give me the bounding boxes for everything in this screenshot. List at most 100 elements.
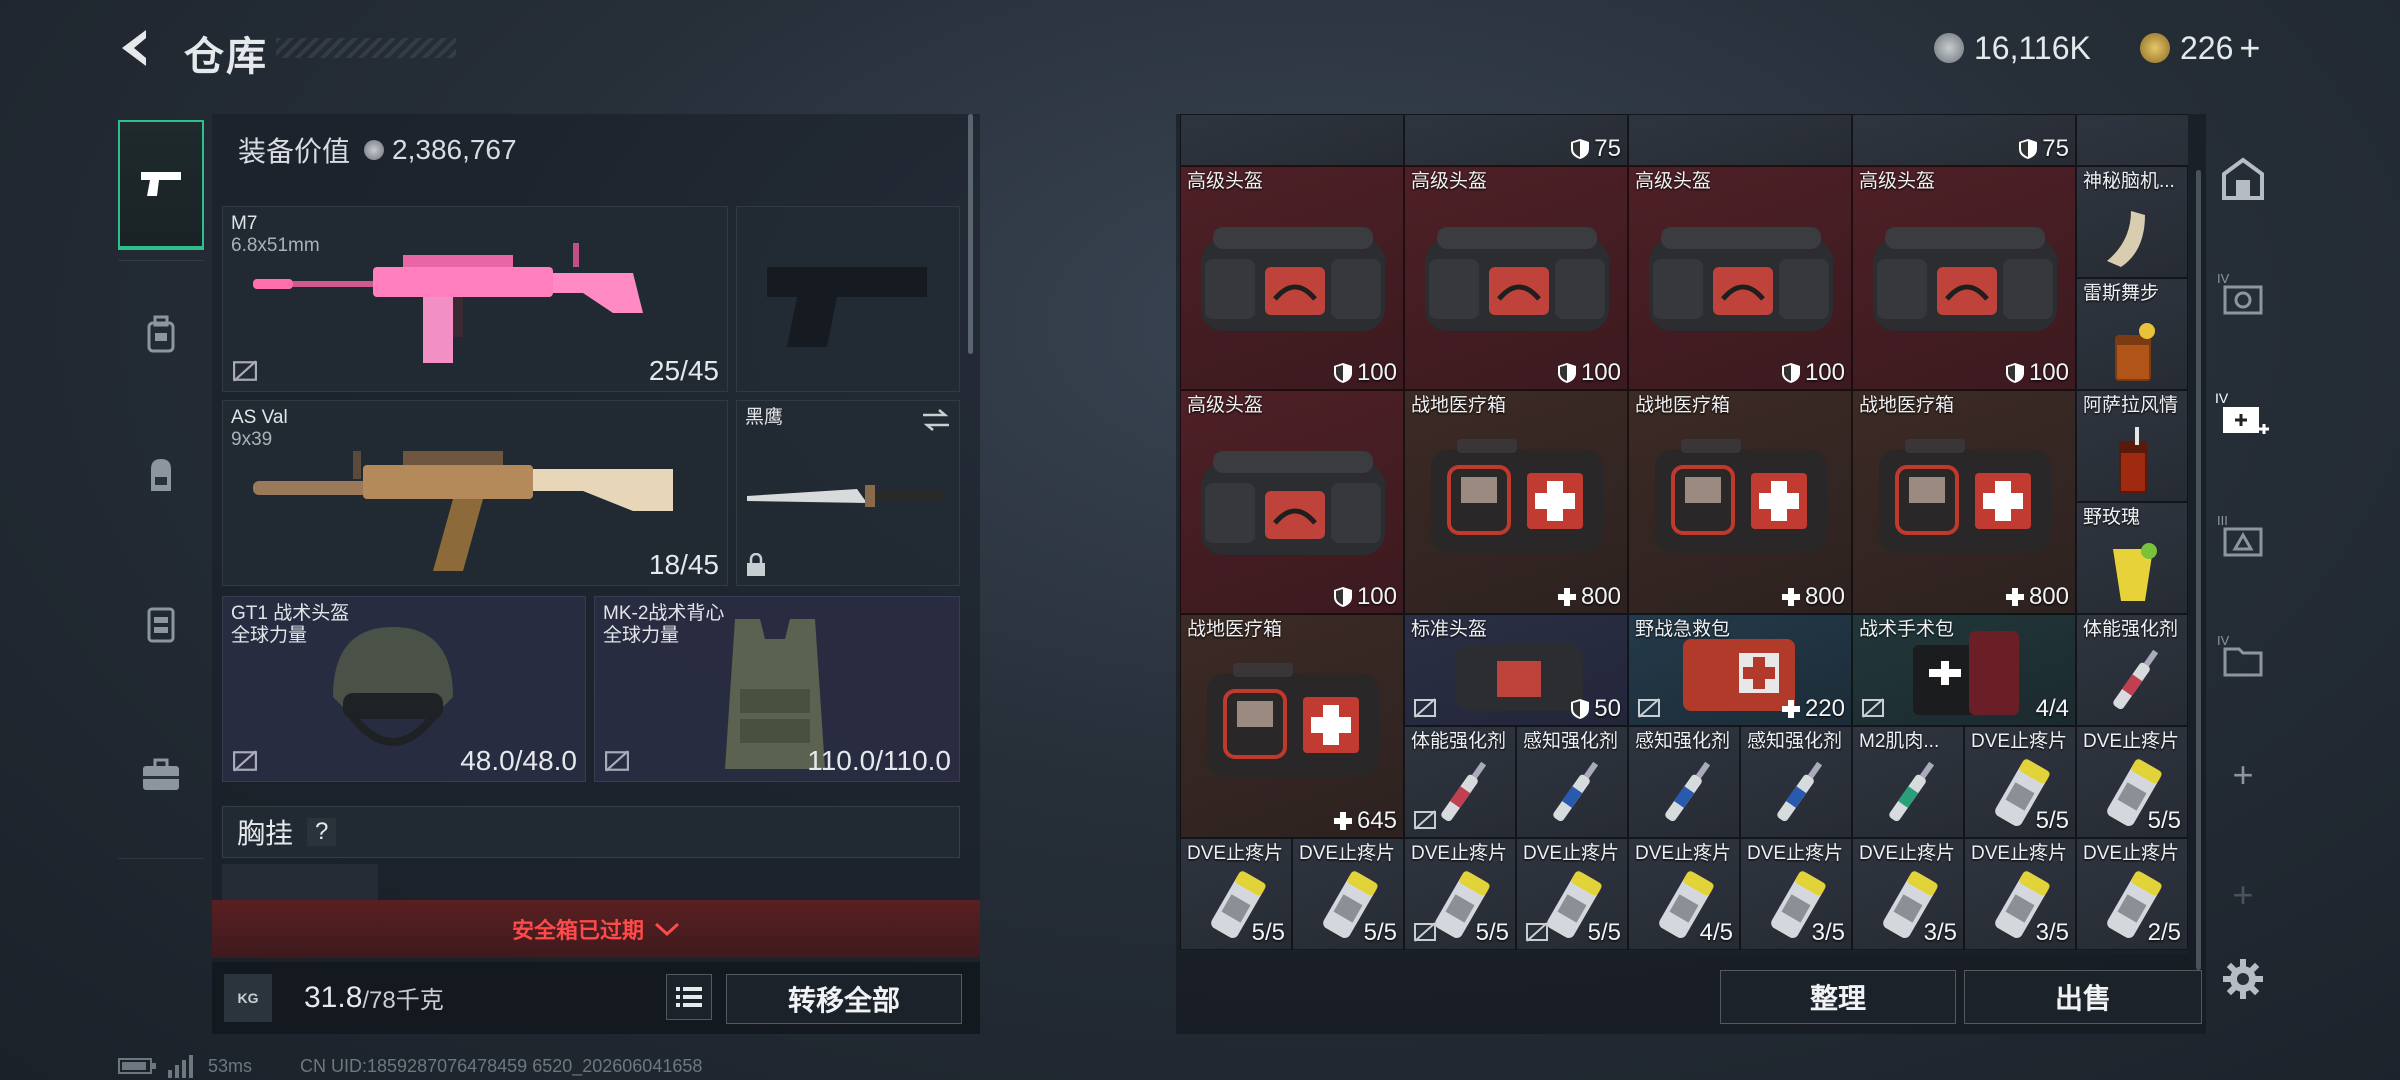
- stash-item-helmet[interactable]: 高级头盔 100: [1180, 166, 1404, 390]
- not-insured-icon: [1414, 698, 1436, 718]
- gold-currency[interactable]: 226 +: [2140, 24, 2260, 72]
- sort-button[interactable]: 整理: [1720, 970, 1956, 1024]
- safe-box-expired-banner[interactable]: 安全箱已过期: [212, 900, 980, 958]
- stash-item-medkit[interactable]: 战地医疗箱 645: [1180, 614, 1404, 838]
- settings-button[interactable]: [2214, 950, 2272, 1008]
- stash-item-injector[interactable]: M2肌肉...: [1852, 726, 1964, 838]
- stash-item-injector[interactable]: 感知强化剂: [1628, 726, 1740, 838]
- secondary-weapon-slot[interactable]: AS Val 9x39 18/45: [222, 400, 728, 586]
- item-value: 100: [1781, 359, 1845, 387]
- stash-item-painkiller[interactable]: DVE止疼片 5/5: [1404, 838, 1516, 950]
- stash-item-drink[interactable]: 雷斯舞步: [2076, 278, 2188, 390]
- stash-tab-iii[interactable]: III: [2214, 508, 2272, 566]
- item-name: DVE止疼片: [1971, 843, 2068, 864]
- cocktail-image: [2115, 323, 2155, 381]
- stash-item-painkiller[interactable]: DVE止疼片 5/5: [1180, 838, 1292, 950]
- stash-tab-iv-3[interactable]: IV: [2214, 628, 2272, 686]
- stash-tab-iv-2[interactable]: IV: [2214, 388, 2272, 446]
- stash-item-painkiller[interactable]: DVE止疼片 5/5: [1516, 838, 1628, 950]
- swap-icon[interactable]: [921, 409, 951, 431]
- cocktail-image: [2119, 427, 2147, 493]
- silver-coin-icon: [364, 140, 385, 160]
- primary-weapon-slot[interactable]: M7 6.8x51mm 25/45: [222, 206, 728, 392]
- stash-home-tab[interactable]: [2214, 150, 2272, 208]
- stash-item-brain-chip[interactable]: 神秘脑机...: [2076, 166, 2188, 278]
- transfer-all-button[interactable]: 转移全部: [726, 974, 962, 1024]
- stash-item-first-aid[interactable]: 野战急救包 220: [1628, 614, 1852, 726]
- item-name: 战地医疗箱: [1187, 619, 1283, 640]
- category-case[interactable]: [118, 710, 204, 840]
- stash-item-injector[interactable]: 体能强化剂: [1404, 726, 1516, 838]
- stash-item-helmet[interactable]: 高级头盔 100: [1852, 166, 2076, 390]
- pistol-slot[interactable]: [736, 206, 960, 392]
- stash-cell[interactable]: 7/7: [2076, 114, 2188, 166]
- add-stash-tab-disabled[interactable]: +: [2214, 866, 2272, 924]
- helmet-bag-image: [1649, 227, 1833, 331]
- stash-item-medkit[interactable]: 战地医疗箱 800: [1628, 390, 1852, 614]
- stash-item-painkiller[interactable]: DVE止疼片 2/5: [2076, 838, 2188, 950]
- help-icon[interactable]: ?: [307, 818, 337, 846]
- item-name: 高级头盔: [1187, 395, 1264, 416]
- stash-item-helmet[interactable]: 高级头盔 100: [1404, 166, 1628, 390]
- stash-cell[interactable]: 75: [1852, 114, 2076, 166]
- helmet-slot[interactable]: GT1 战术头盔 全球力量 48.0/48.0: [222, 596, 586, 782]
- armor-slot[interactable]: MK-2战术背心 全球力量 110.0/110.0: [594, 596, 960, 782]
- item-name: 高级头盔: [1187, 171, 1264, 192]
- ammo-count: 25/45: [648, 355, 719, 386]
- not-insured-icon: [605, 750, 629, 772]
- battery-icon: [118, 1058, 156, 1074]
- stash-cell[interactable]: [1628, 114, 1852, 166]
- back-arrow-icon[interactable]: [112, 24, 160, 72]
- stash-item-painkiller[interactable]: DVE止疼片 4/5: [1628, 838, 1740, 950]
- stash-item-injector[interactable]: 体能强化剂: [2076, 614, 2188, 726]
- sell-button[interactable]: 出售: [1964, 970, 2202, 1024]
- stash-item-injector[interactable]: 感知强化剂: [1516, 726, 1628, 838]
- stash-tab-iv-1[interactable]: IV: [2214, 266, 2272, 324]
- category-backpack[interactable]: [118, 410, 204, 540]
- stash-item-drink[interactable]: 野玫瑰: [2076, 502, 2188, 614]
- item-value: 3/5: [1923, 919, 1957, 946]
- list-view-button[interactable]: [666, 974, 712, 1020]
- stash-item-medkit[interactable]: 战地医疗箱 800: [1852, 390, 2076, 614]
- weight-icon: KG: [224, 974, 272, 1022]
- not-insured-icon: [1414, 922, 1436, 942]
- stash-item-drink[interactable]: 阿萨拉风情: [2076, 390, 2188, 502]
- add-currency-button[interactable]: +: [2239, 27, 2260, 69]
- stash-cell[interactable]: [1180, 114, 1404, 166]
- category-chest-rig[interactable]: [118, 560, 204, 690]
- stash-item-medkit[interactable]: 战地医疗箱 800: [1404, 390, 1628, 614]
- chest-rig-slot[interactable]: [222, 864, 378, 900]
- item-name: 标准头盔: [1411, 619, 1488, 640]
- stash-scrollbar[interactable]: [2196, 170, 2201, 970]
- medkit-image: [1655, 439, 1827, 553]
- not-insured-icon: [233, 360, 257, 382]
- stash-item-helmet[interactable]: 高级头盔 100: [1628, 166, 1852, 390]
- stash-item-surgery-kit[interactable]: 战术手术包 4/4: [1852, 614, 2076, 726]
- cocktail-image: [2113, 543, 2157, 601]
- add-stash-tab[interactable]: +: [2214, 746, 2272, 804]
- category-weapons[interactable]: [118, 120, 204, 250]
- stash-item-painkiller[interactable]: DVE止疼片 5/5: [2076, 726, 2188, 838]
- item-value: 3/5: [2035, 919, 2069, 946]
- item-name: 感知强化剂: [1747, 731, 1843, 752]
- stash-item-painkiller[interactable]: DVE止疼片 3/5: [1852, 838, 1964, 950]
- lock-icon: [747, 553, 765, 576]
- stash-item-injector[interactable]: 感知强化剂: [1740, 726, 1852, 838]
- stash-item-painkiller[interactable]: DVE止疼片 3/5: [1740, 838, 1852, 950]
- category-helmet[interactable]: [118, 270, 204, 400]
- stash-item-painkiller[interactable]: DVE止疼片 3/5: [1964, 838, 2076, 950]
- melee-slot[interactable]: 黑鹰: [736, 400, 960, 586]
- stash-item-painkiller[interactable]: DVE止疼片 5/5: [1964, 726, 2076, 838]
- gold-coin-icon: [2140, 33, 2170, 63]
- stash-item-helmet[interactable]: 高级头盔 100: [1180, 390, 1404, 614]
- armor-shield-icon: [2005, 363, 2024, 383]
- item-name: 野战急救包: [1635, 619, 1731, 640]
- item-name: 高级头盔: [1859, 171, 1936, 192]
- chest-rig-header[interactable]: 胸挂 ?: [222, 806, 960, 858]
- stash-item-painkiller[interactable]: DVE止疼片 5/5: [1292, 838, 1404, 950]
- stash-item-helmet[interactable]: 标准头盔 50: [1404, 614, 1628, 726]
- item-name: 战地医疗箱: [1859, 395, 1955, 416]
- loadout-scrollbar[interactable]: [968, 114, 973, 354]
- stash-cell[interactable]: 75: [1404, 114, 1628, 166]
- stash-iv-3-icon: IV: [2217, 633, 2263, 677]
